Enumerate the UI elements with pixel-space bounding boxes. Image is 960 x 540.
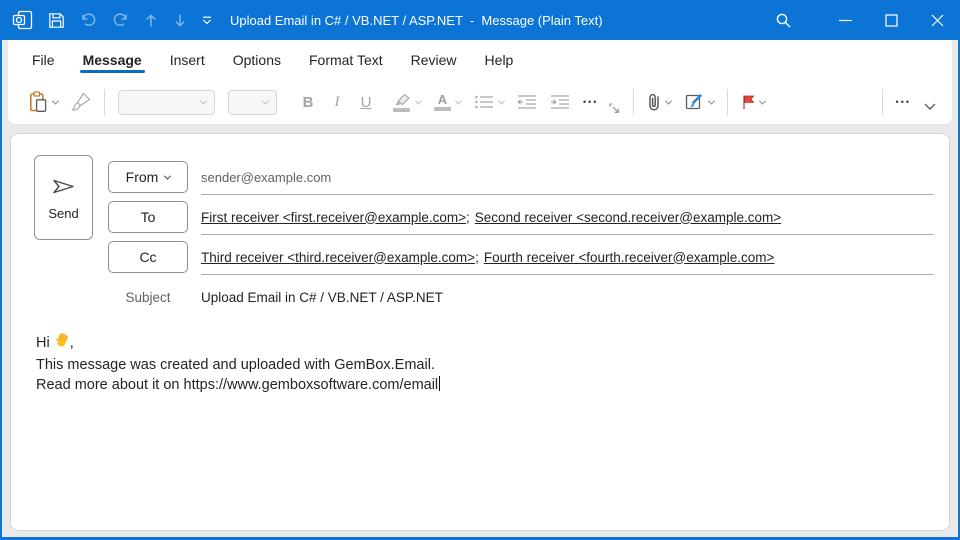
bullets-button bbox=[474, 94, 504, 110]
body-line-greeting: Hi , bbox=[36, 333, 929, 355]
tab-review[interactable]: Review bbox=[401, 42, 467, 78]
font-color-button: A bbox=[434, 94, 461, 111]
italic-button: I bbox=[329, 94, 345, 111]
field-divider bbox=[201, 234, 934, 235]
collapse-ribbon-icon[interactable] bbox=[924, 98, 936, 116]
underline-button: U bbox=[358, 94, 374, 111]
font-size-select bbox=[228, 90, 277, 115]
field-divider bbox=[201, 194, 934, 195]
chevron-down-icon bbox=[262, 97, 269, 104]
chevron-down-icon bbox=[164, 172, 171, 179]
recipient-link[interactable]: Second receiver <second.receiver@example… bbox=[475, 210, 781, 225]
waving-hand-icon bbox=[54, 337, 70, 353]
font-name-select bbox=[118, 90, 215, 115]
recipient-link[interactable]: Fourth receiver <fourth.receiver@example… bbox=[484, 250, 775, 265]
decrease-indent-icon bbox=[517, 94, 537, 110]
ribbon-separator bbox=[633, 89, 634, 115]
customize-quick-access-icon[interactable] bbox=[202, 16, 212, 25]
paste-dropdown-icon[interactable] bbox=[52, 97, 59, 104]
window-title: Upload Email in C# / VB.NET / ASP.NET - … bbox=[230, 13, 603, 28]
more-commands-button[interactable]: ••• bbox=[896, 97, 911, 107]
ribbon-separator bbox=[727, 89, 728, 115]
cc-button[interactable]: Cc bbox=[108, 241, 188, 273]
chevron-down-icon[interactable] bbox=[759, 97, 766, 104]
tab-help[interactable]: Help bbox=[475, 42, 524, 78]
send-plane-icon bbox=[50, 175, 77, 198]
chevron-down-icon bbox=[455, 97, 462, 104]
to-value[interactable]: First receiver <first.receiver@example.c… bbox=[201, 201, 934, 233]
signature-button[interactable] bbox=[684, 92, 714, 112]
subject-value[interactable]: Upload Email in C# / VB.NET / ASP.NET bbox=[201, 281, 934, 313]
redo-icon bbox=[112, 12, 129, 28]
search-icon[interactable] bbox=[760, 0, 806, 40]
message-panel: Send From sender@example.com To First re… bbox=[10, 133, 950, 531]
move-up-icon bbox=[144, 13, 158, 28]
tab-options[interactable]: Options bbox=[223, 42, 291, 78]
save-icon[interactable] bbox=[48, 12, 65, 29]
ribbon-commands: B I U A bbox=[8, 80, 952, 124]
tab-insert[interactable]: Insert bbox=[160, 42, 215, 78]
more-formatting-button[interactable]: ••• bbox=[583, 97, 598, 107]
from-value[interactable]: sender@example.com bbox=[201, 161, 934, 193]
follow-up-flag-button[interactable] bbox=[741, 94, 765, 110]
ribbon-area: File Message Insert Options Format Text … bbox=[8, 40, 952, 124]
title-bar: Upload Email in C# / VB.NET / ASP.NET - … bbox=[0, 0, 960, 40]
attach-file-button[interactable] bbox=[647, 92, 671, 113]
chevron-down-icon bbox=[200, 97, 207, 104]
to-button[interactable]: To bbox=[108, 201, 188, 233]
format-painter-button bbox=[71, 92, 91, 112]
chevron-down-icon bbox=[415, 97, 422, 104]
cc-value[interactable]: Third receiver <third.receiver@example.c… bbox=[201, 241, 934, 273]
text-highlight-button bbox=[391, 93, 421, 112]
subject-label: Subject bbox=[108, 281, 188, 313]
tab-format-text[interactable]: Format Text bbox=[299, 42, 393, 78]
move-down-icon bbox=[173, 13, 187, 28]
quick-access-toolbar bbox=[12, 10, 212, 30]
chevron-down-icon[interactable] bbox=[665, 97, 672, 104]
bullet-list-icon bbox=[474, 94, 494, 110]
field-divider bbox=[201, 274, 934, 275]
dialog-launcher-icon[interactable] bbox=[609, 101, 620, 119]
body-line-2: This message was created and uploaded wi… bbox=[36, 355, 929, 375]
outlook-message-window: Upload Email in C# / VB.NET / ASP.NET - … bbox=[0, 0, 960, 540]
signature-icon bbox=[684, 92, 704, 112]
recipient-link[interactable]: Third receiver <third.receiver@example.c… bbox=[201, 250, 475, 265]
format-painter-icon bbox=[71, 92, 91, 112]
tab-message[interactable]: Message bbox=[73, 42, 152, 78]
decrease-indent-button bbox=[517, 94, 537, 110]
minimize-button[interactable] bbox=[822, 0, 868, 40]
window-content: File Message Insert Options Format Text … bbox=[2, 40, 958, 537]
ribbon-separator bbox=[104, 89, 105, 115]
ribbon-tabs: File Message Insert Options Format Text … bbox=[8, 40, 952, 80]
outlook-app-icon bbox=[12, 10, 33, 30]
send-button[interactable]: Send bbox=[34, 155, 93, 240]
tab-file[interactable]: File bbox=[22, 42, 65, 78]
chevron-down-icon[interactable] bbox=[708, 97, 715, 104]
chevron-down-icon bbox=[498, 97, 505, 104]
paste-button[interactable] bbox=[28, 91, 58, 113]
increase-indent-icon bbox=[550, 94, 570, 110]
undo-icon bbox=[80, 12, 97, 28]
ribbon-separator bbox=[882, 89, 883, 115]
message-body[interactable]: Hi , This message was created and upload… bbox=[36, 333, 929, 395]
paperclip-icon bbox=[647, 92, 661, 113]
text-caret bbox=[439, 376, 440, 391]
window-controls bbox=[760, 0, 960, 40]
flag-icon bbox=[741, 94, 755, 110]
close-button[interactable] bbox=[914, 0, 960, 40]
bold-button: B bbox=[300, 94, 316, 111]
body-line-3: Read more about it on https://www.gembox… bbox=[36, 375, 929, 395]
increase-indent-button bbox=[550, 94, 570, 110]
highlighter-icon bbox=[391, 93, 411, 106]
maximize-button[interactable] bbox=[868, 0, 914, 40]
from-button[interactable]: From bbox=[108, 161, 188, 193]
recipient-link[interactable]: First receiver <first.receiver@example.c… bbox=[201, 210, 466, 225]
